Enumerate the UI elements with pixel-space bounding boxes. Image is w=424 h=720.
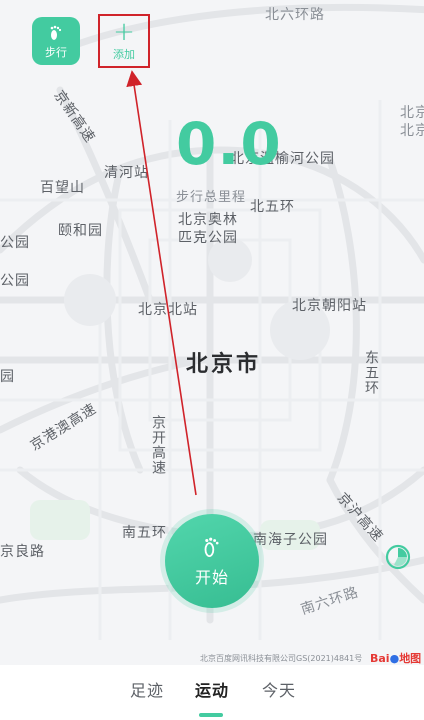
start-button[interactable]: 开始 <box>165 514 259 608</box>
baidu-map-logo: Bai●地图 <box>370 650 421 665</box>
bottom-nav: 足迹 运动 今天 <box>0 665 424 720</box>
map-label-qinghe-station: 清河站 <box>104 165 149 181</box>
total-distance-label: 步行总里程 <box>176 190 247 205</box>
map-label-nanhaizi-park: 南海子公园 <box>253 532 328 548</box>
add-label: 添加 <box>113 47 135 61</box>
map-label-south-5th-ring: 南五环 <box>122 525 167 541</box>
map-label-city: 北京市 <box>186 352 262 377</box>
map-label-chaoyang-station: 北京朝阳站 <box>292 298 367 314</box>
start-label: 开始 <box>194 568 229 587</box>
active-tab-indicator <box>199 713 223 717</box>
map-label-left-garden: 园 <box>0 369 15 385</box>
add-button[interactable]: + 添加 <box>98 14 150 68</box>
total-distance-value: 0.0 <box>176 110 282 178</box>
map-label-north-6th-ring: 北六环路 <box>265 7 325 23</box>
map-label-jingkai: 京开高速 <box>150 415 166 475</box>
walk-mode-button[interactable]: 步行 <box>32 17 80 65</box>
map-label-beijing-north-station: 北京北站 <box>138 302 198 318</box>
start-button-halo: 开始 <box>160 509 264 613</box>
map-copyright: 北京百度网讯科技有限公司GS(2021)4841号 <box>200 654 363 663</box>
plus-icon: + <box>113 16 135 47</box>
tab-today[interactable]: 今天 <box>262 677 296 701</box>
map-label-yiheyuan: 颐和园 <box>58 223 103 239</box>
footprint-icon <box>204 537 219 558</box>
tab-sport[interactable]: 运动 <box>195 677 229 701</box>
pie-chart-icon <box>385 544 411 570</box>
map-label-jingliang-road: 京良路 <box>0 544 45 560</box>
map-label-park-left-1: 公园 <box>0 235 30 251</box>
map-label-north-5th-ring: 北五环 <box>250 199 295 215</box>
stats-chart-button[interactable] <box>385 544 411 570</box>
map-label-olympic-park-1: 北京奥林 <box>178 212 238 228</box>
map-label-olympic-park-2: 匹克公园 <box>178 230 238 246</box>
walk-mode-label: 步行 <box>45 45 67 59</box>
baidu-logo-text: Bai <box>370 652 390 665</box>
baidu-logo-suffix: 地图 <box>399 652 422 665</box>
tab-footprint[interactable]: 足迹 <box>130 677 164 701</box>
map-label-baiwangshan: 百望山 <box>40 180 85 196</box>
baidu-logo-paw-icon: ● <box>389 652 400 665</box>
map-label-park-left-2: 公园 <box>0 273 30 289</box>
map-label-east-5th-ring: 东五环 <box>363 350 379 395</box>
map-label-beijing-intl: 北京国际 <box>400 123 424 139</box>
map-label-right-top-1: 北京 <box>400 105 424 121</box>
footprint-icon <box>50 25 62 40</box>
